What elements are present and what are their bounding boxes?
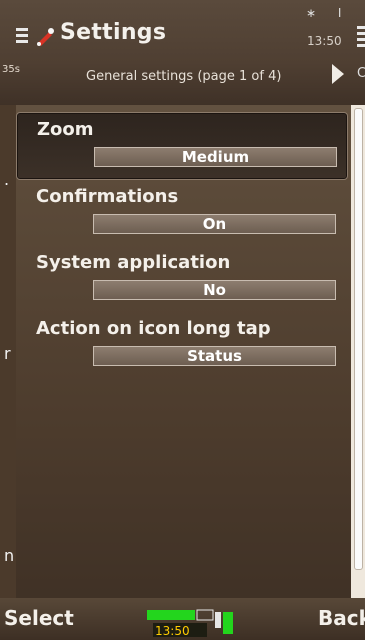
setting-item-zoom[interactable]: Zoom Medium [16, 112, 348, 180]
settings-list: Zoom Medium Confirmations On System appl… [16, 112, 348, 378]
setting-value: Status [93, 346, 336, 366]
setting-label: Confirmations [36, 186, 179, 207]
setting-label: Zoom [37, 119, 94, 140]
right-menu-icon[interactable] [357, 26, 365, 62]
select-softkey[interactable]: Select [4, 606, 74, 630]
next-page-arrow-icon[interactable] [332, 64, 344, 84]
right-stub-text: C [357, 66, 365, 81]
setting-label: System application [36, 252, 231, 273]
signal-icon: I [337, 6, 342, 20]
setting-value: On [93, 214, 336, 234]
back-softkey[interactable]: Back [318, 606, 365, 630]
clock: 13:50 [307, 34, 342, 48]
setting-value: No [93, 280, 336, 300]
left-bleed-text: n [4, 546, 15, 565]
left-stub-text: 35s [2, 64, 20, 75]
title-bar: Settings ∗ I 13:50 35s General settings … [0, 0, 365, 105]
scrollbar[interactable] [354, 108, 363, 570]
left-bleed-text: r [4, 344, 11, 363]
setting-value: Medium [94, 147, 337, 167]
settings-app-icon [37, 28, 54, 46]
setting-item-confirmations[interactable]: Confirmations On [16, 180, 348, 246]
setting-item-system-application[interactable]: System application No [16, 246, 348, 312]
setting-label: Action on icon long tap [36, 318, 271, 339]
setting-item-action-long-tap[interactable]: Action on icon long tap Status [16, 312, 348, 378]
bluetooth-icon: ∗ [306, 6, 317, 20]
battery-signal-indicator-icon: 13:50 [147, 609, 233, 638]
left-bleed-text: . [4, 170, 10, 189]
page-label: General settings (page 1 of 4) [86, 69, 282, 84]
indicator-time: 13:50 [155, 624, 190, 638]
app-title: Settings [60, 20, 167, 45]
softkey-bar: Select 13:50 Back [0, 598, 365, 640]
options-menu-icon[interactable] [16, 28, 28, 50]
status-icons: ∗ I [306, 6, 341, 20]
